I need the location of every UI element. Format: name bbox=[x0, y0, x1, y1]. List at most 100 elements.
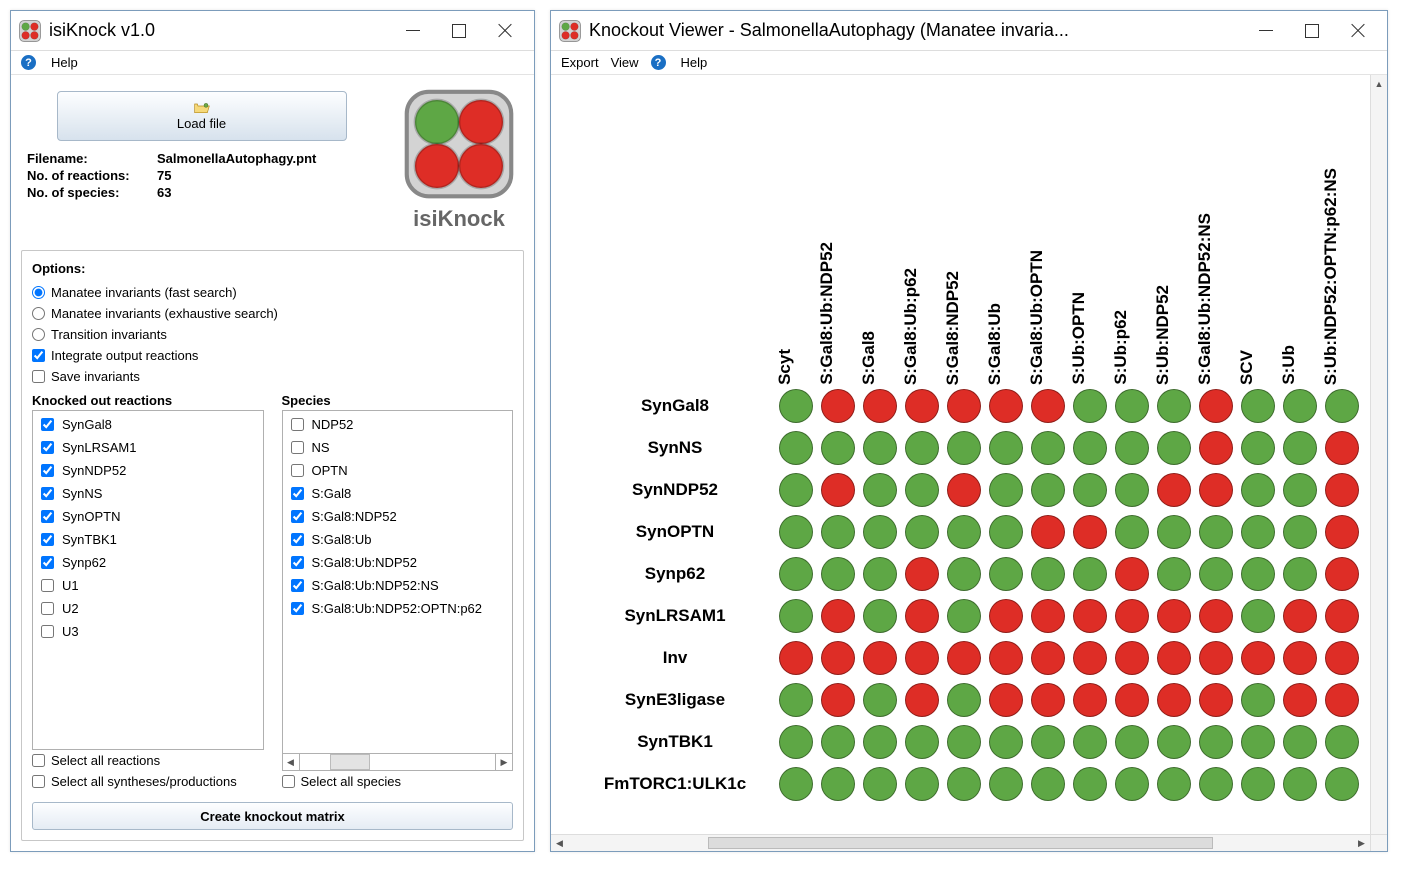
scroll-left-icon[interactable]: ◀ bbox=[283, 754, 300, 770]
radio-exhaustive-input[interactable] bbox=[32, 307, 45, 320]
dot-green-icon bbox=[779, 767, 813, 801]
list-item-checkbox[interactable] bbox=[41, 556, 54, 569]
maximize-button[interactable] bbox=[436, 15, 482, 47]
radio-transition[interactable]: Transition invariants bbox=[32, 324, 513, 345]
scroll-up-icon[interactable]: ▲ bbox=[1371, 75, 1387, 92]
list-item-checkbox[interactable] bbox=[291, 556, 304, 569]
select-all-reactions-input[interactable] bbox=[32, 754, 45, 767]
dot-green-icon bbox=[779, 557, 813, 591]
list-item-checkbox[interactable] bbox=[291, 533, 304, 546]
check-integrate[interactable]: Integrate output reactions bbox=[32, 345, 513, 366]
list-item-checkbox[interactable] bbox=[291, 579, 304, 592]
select-all-syntheses[interactable]: Select all syntheses/productions bbox=[32, 771, 264, 792]
dot-green-icon bbox=[947, 725, 981, 759]
radio-transition-input[interactable] bbox=[32, 328, 45, 341]
matrix-cell bbox=[1111, 553, 1153, 595]
list-item[interactable]: Synp62 bbox=[35, 551, 261, 574]
list-item[interactable]: S:Gal8 bbox=[285, 482, 511, 505]
matrix-row-header: SynOPTN bbox=[575, 511, 775, 553]
list-item[interactable]: SynNDP52 bbox=[35, 459, 261, 482]
load-file-button[interactable]: Load file bbox=[57, 91, 347, 141]
list-item[interactable]: S:Gal8:Ub:NDP52:OPTN:p62 bbox=[285, 597, 511, 620]
viewer-hscrollbar[interactable]: ◀ ▶ bbox=[551, 834, 1370, 851]
dot-red-icon bbox=[863, 389, 897, 423]
list-item[interactable]: U2 bbox=[35, 597, 261, 620]
check-save-input[interactable] bbox=[32, 370, 45, 383]
maximize-button[interactable] bbox=[1289, 15, 1335, 47]
radio-fast-input[interactable] bbox=[32, 286, 45, 299]
viewer-scroll-area[interactable]: ScytS:Gal8:Ub:NDP52S:Gal8S:Gal8:Ub:p62S:… bbox=[551, 75, 1387, 851]
radio-fast-search[interactable]: Manatee invariants (fast search) bbox=[32, 282, 513, 303]
close-button[interactable] bbox=[1335, 15, 1381, 47]
dot-red-icon bbox=[989, 389, 1023, 423]
list-item-checkbox[interactable] bbox=[41, 487, 54, 500]
list-item-checkbox[interactable] bbox=[41, 418, 54, 431]
dot-green-icon bbox=[863, 515, 897, 549]
list-item-checkbox[interactable] bbox=[41, 625, 54, 638]
matrix-cell bbox=[1111, 427, 1153, 469]
list-item[interactable]: OPTN bbox=[285, 459, 511, 482]
menu-export[interactable]: Export bbox=[561, 55, 599, 70]
list-item[interactable]: S:Gal8:NDP52 bbox=[285, 505, 511, 528]
list-item-checkbox[interactable] bbox=[291, 418, 304, 431]
species-hscrollbar[interactable]: ◀ ▶ bbox=[282, 754, 514, 771]
list-item-checkbox[interactable] bbox=[291, 487, 304, 500]
menu-view[interactable]: View bbox=[611, 55, 639, 70]
create-knockout-matrix-button[interactable]: Create knockout matrix bbox=[32, 802, 513, 830]
matrix-cell bbox=[1069, 469, 1111, 511]
list-item[interactable]: S:Gal8:Ub bbox=[285, 528, 511, 551]
select-all-species[interactable]: Select all species bbox=[282, 771, 514, 792]
select-all-reactions[interactable]: Select all reactions bbox=[32, 750, 264, 771]
matrix-cell bbox=[1153, 553, 1195, 595]
check-save[interactable]: Save invariants bbox=[32, 366, 513, 387]
list-item-checkbox[interactable] bbox=[291, 510, 304, 523]
list-item[interactable]: U3 bbox=[35, 620, 261, 643]
list-item-checkbox[interactable] bbox=[41, 464, 54, 477]
dot-green-icon bbox=[1073, 767, 1107, 801]
reactions-listbox[interactable]: SynGal8SynLRSAM1SynNDP52SynNSSynOPTNSynT… bbox=[32, 410, 264, 750]
select-all-syntheses-input[interactable] bbox=[32, 775, 45, 788]
dot-red-icon bbox=[1199, 389, 1233, 423]
scroll-thumb[interactable] bbox=[708, 837, 1213, 849]
list-item-checkbox[interactable] bbox=[291, 464, 304, 477]
list-item-checkbox[interactable] bbox=[41, 510, 54, 523]
scroll-right-icon[interactable]: ▶ bbox=[495, 754, 512, 770]
scroll-thumb[interactable] bbox=[330, 754, 370, 770]
menu-help[interactable]: Help bbox=[51, 55, 78, 70]
species-listbox[interactable]: NDP52NSOPTNS:Gal8S:Gal8:NDP52S:Gal8:UbS:… bbox=[282, 410, 514, 754]
matrix-cell bbox=[1279, 721, 1321, 763]
list-item[interactable]: S:Gal8:Ub:NDP52:NS bbox=[285, 574, 511, 597]
list-item[interactable]: S:Gal8:Ub:NDP52 bbox=[285, 551, 511, 574]
dot-green-icon bbox=[1241, 599, 1275, 633]
minimize-button[interactable] bbox=[390, 15, 436, 47]
list-item[interactable]: SynTBK1 bbox=[35, 528, 261, 551]
list-item[interactable]: SynNS bbox=[35, 482, 261, 505]
list-item-checkbox[interactable] bbox=[41, 533, 54, 546]
list-item-checkbox[interactable] bbox=[41, 579, 54, 592]
check-integrate-input[interactable] bbox=[32, 349, 45, 362]
matrix-cell bbox=[943, 553, 985, 595]
list-item-label: Synp62 bbox=[62, 555, 106, 570]
list-item-checkbox[interactable] bbox=[41, 602, 54, 615]
list-item-checkbox[interactable] bbox=[291, 602, 304, 615]
list-item-checkbox[interactable] bbox=[41, 441, 54, 454]
minimize-button[interactable] bbox=[1243, 15, 1289, 47]
radio-exhaustive-search[interactable]: Manatee invariants (exhaustive search) bbox=[32, 303, 513, 324]
list-item-label: S:Gal8:Ub:NDP52:OPTN:p62 bbox=[312, 601, 483, 616]
dot-green-icon bbox=[821, 515, 855, 549]
scroll-left-icon[interactable]: ◀ bbox=[551, 835, 568, 851]
list-item-checkbox[interactable] bbox=[291, 441, 304, 454]
list-item[interactable]: NDP52 bbox=[285, 413, 511, 436]
list-item[interactable]: U1 bbox=[35, 574, 261, 597]
select-all-species-input[interactable] bbox=[282, 775, 295, 788]
list-item[interactable]: SynLRSAM1 bbox=[35, 436, 261, 459]
close-button[interactable] bbox=[482, 15, 528, 47]
list-item[interactable]: NS bbox=[285, 436, 511, 459]
list-item[interactable]: SynGal8 bbox=[35, 413, 261, 436]
list-item-label: S:Gal8 bbox=[312, 486, 352, 501]
menu-help[interactable]: Help bbox=[681, 55, 708, 70]
scroll-right-icon[interactable]: ▶ bbox=[1353, 835, 1370, 851]
matrix-cell bbox=[775, 553, 817, 595]
viewer-vscrollbar[interactable]: ▲ bbox=[1370, 75, 1387, 834]
list-item[interactable]: SynOPTN bbox=[35, 505, 261, 528]
